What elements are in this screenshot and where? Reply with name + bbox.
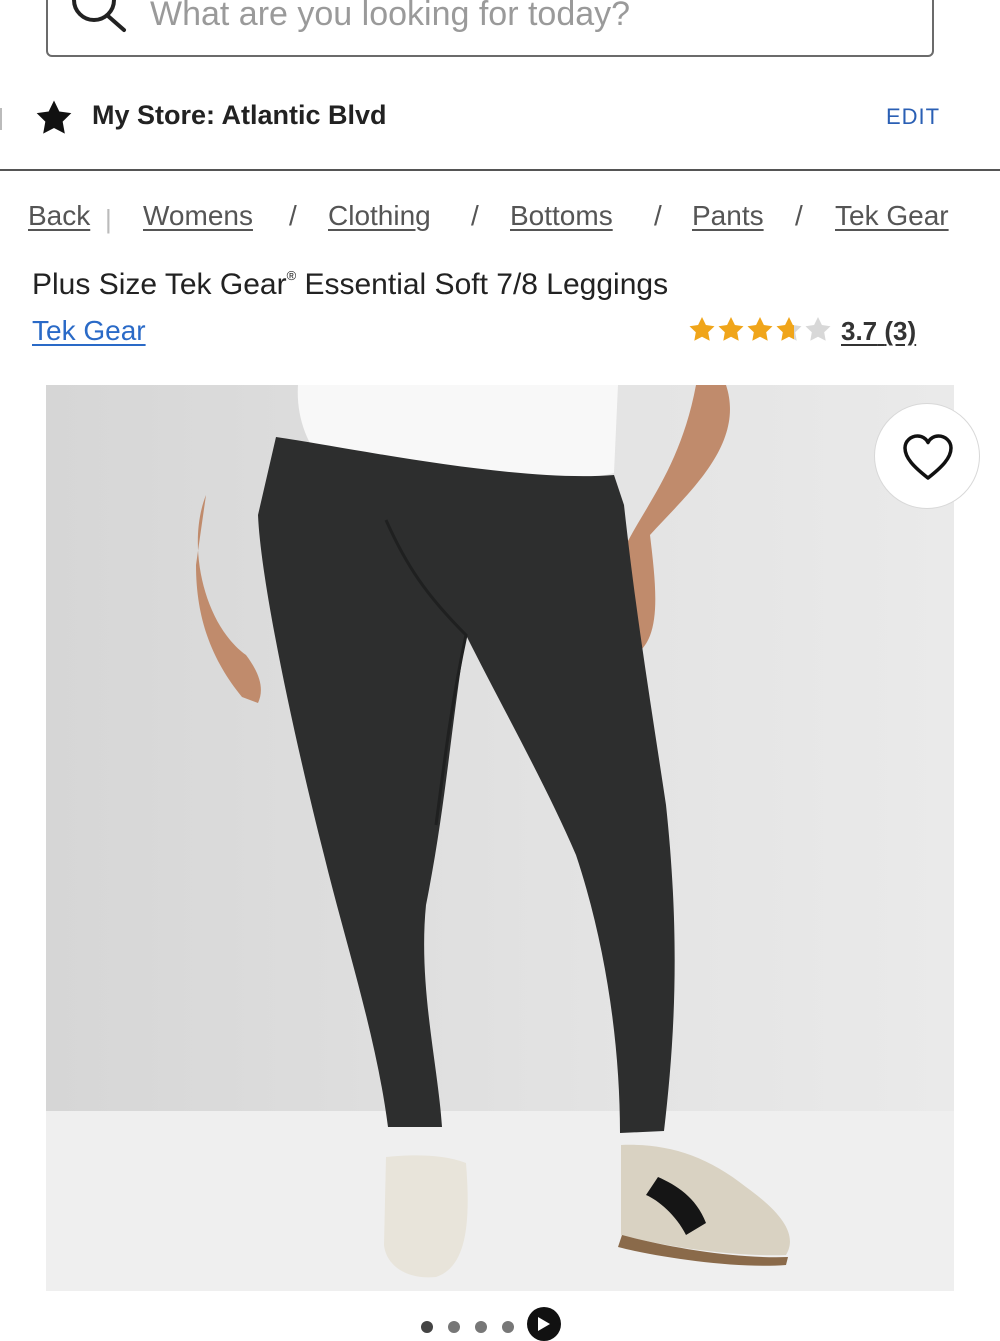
edit-store-link[interactable]: EDIT (886, 104, 940, 130)
search-bar[interactable] (46, 0, 934, 57)
product-photo (46, 385, 954, 1291)
rating-star (747, 317, 773, 341)
breadcrumb-link-clothing[interactable]: Clothing (328, 200, 431, 232)
carousel-indicators (0, 1305, 1000, 1333)
divider (0, 108, 2, 130)
heart-icon (903, 434, 953, 480)
breadcrumb-separator: / (289, 200, 297, 231)
play-icon (538, 1317, 550, 1331)
breadcrumb-link-tek-gear[interactable]: Tek Gear (835, 200, 949, 232)
product-title-text: Essential Soft 7/8 Leggings (296, 268, 669, 301)
breadcrumb-link-pants[interactable]: Pants (692, 200, 764, 232)
breadcrumb-divider: | (105, 204, 112, 234)
carousel-dot[interactable] (448, 1321, 460, 1333)
rating-star (776, 317, 802, 341)
search-input[interactable] (150, 0, 890, 34)
product-title: Plus Size Tek Gear® Essential Soft 7/8 L… (32, 268, 668, 302)
rating-star (689, 317, 715, 341)
section-divider (0, 169, 1000, 171)
rating-stars (689, 317, 831, 341)
play-video-button[interactable] (527, 1307, 561, 1341)
breadcrumb-back-link[interactable]: Back (28, 200, 90, 232)
carousel-dot[interactable] (475, 1321, 487, 1333)
carousel-dot[interactable] (421, 1321, 433, 1333)
add-to-wishlist-button[interactable] (874, 403, 980, 509)
product-image[interactable] (46, 385, 954, 1291)
star-icon (36, 100, 72, 134)
brand-link[interactable]: Tek Gear (32, 315, 146, 347)
rating-star (718, 317, 744, 341)
breadcrumb-separator: / (654, 200, 662, 231)
carousel-dot[interactable] (502, 1321, 514, 1333)
rating-star (805, 317, 831, 341)
breadcrumb-separator: / (795, 200, 803, 231)
rating-score[interactable]: 3.7 (3) (841, 316, 916, 347)
breadcrumb: Back | Womens / Clothing / Bottoms / Pan… (0, 200, 1000, 240)
review-count[interactable]: (3) (884, 316, 916, 346)
search-icon[interactable] (68, 0, 128, 40)
registered-mark: ® (286, 268, 297, 283)
my-store-row: My Store: Atlantic Blvd EDIT (0, 80, 1000, 170)
product-title-text: Plus Size Tek Gear (32, 268, 287, 301)
store-name: My Store: Atlantic Blvd (92, 100, 387, 130)
breadcrumb-link-bottoms[interactable]: Bottoms (510, 200, 613, 232)
breadcrumb-link-womens[interactable]: Womens (143, 200, 253, 232)
breadcrumb-separator: / (471, 200, 479, 231)
rating-value[interactable]: 3.7 (841, 316, 877, 346)
